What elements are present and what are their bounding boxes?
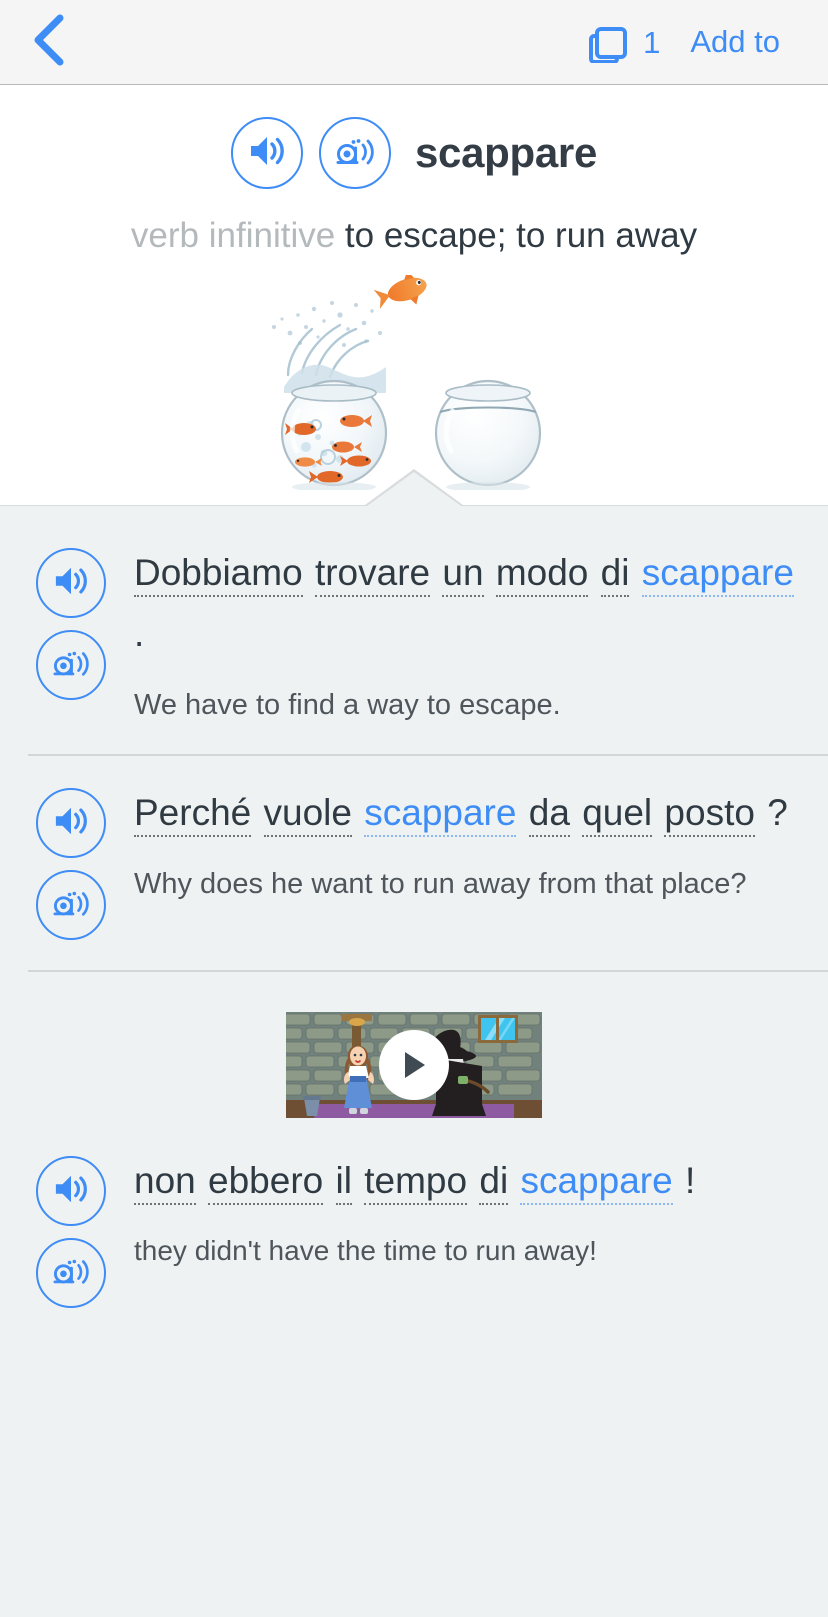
example-translation: they didn't have the time to run away! — [134, 1235, 597, 1267]
sentence-word[interactable]: tempo — [364, 1160, 468, 1206]
top-navigation-bar: 1 Add to — [0, 0, 828, 85]
sentence-word[interactable]: scappare — [364, 792, 517, 838]
example-audio-controls — [28, 1150, 114, 1309]
sentence-word[interactable]: scappare — [641, 552, 794, 597]
sentence-word[interactable]: trovare — [314, 552, 431, 597]
video-thumbnail[interactable] — [286, 1012, 542, 1119]
examples-section: Dobbiamo trovare un modo di scappare . W… — [0, 506, 828, 1339]
sentence-word[interactable]: un — [442, 552, 484, 597]
snail-speaker-icon — [51, 646, 91, 685]
headword: scappare — [414, 129, 598, 176]
play-audio-button[interactable] — [36, 1156, 106, 1227]
sentence-word[interactable]: scappare — [520, 1160, 673, 1206]
play-slow-audio-button[interactable] — [36, 870, 106, 941]
example-item: Perché vuole scappare da quel posto ? Wh… — [0, 756, 828, 970]
sentence-word[interactable]: ebbero — [208, 1160, 324, 1206]
speaker-icon — [247, 133, 287, 174]
part-of-speech: verb infinitive — [130, 216, 336, 255]
sentence-word[interactable]: di — [479, 1160, 509, 1206]
cards-stack-icon — [585, 17, 631, 68]
example-sentence: Perché vuole scappare da quel posto ? — [134, 782, 794, 843]
play-slow-audio-button[interactable] — [318, 117, 391, 189]
sentence-punctuation: ! — [684, 1160, 696, 1202]
word-entry-card: scappare verb infinitive to escape; to r… — [0, 85, 828, 506]
example-audio-controls — [28, 542, 114, 724]
sentence-punctuation: . — [134, 613, 145, 655]
example-body: Dobbiamo trovare un modo di scappare . W… — [114, 542, 804, 724]
sentence-word[interactable]: non — [134, 1160, 196, 1206]
sentence-word[interactable]: modo — [495, 552, 589, 597]
sentence-word[interactable]: di — [600, 552, 630, 597]
play-triangle-icon — [405, 1052, 425, 1079]
sentence-word[interactable]: Dobbiamo — [134, 552, 303, 597]
example-video-block — [0, 972, 828, 1140]
cards-count-button[interactable]: 1 — [585, 17, 660, 68]
example-item: Dobbiamo trovare un modo di scappare . W… — [0, 516, 828, 754]
definition-line: verb infinitive to escape; to run away — [0, 215, 828, 257]
sentence-word[interactable]: il — [335, 1160, 352, 1206]
play-audio-button[interactable] — [36, 788, 106, 859]
example-translation: We have to find a way to escape. — [134, 689, 561, 722]
sentence-word[interactable]: vuole — [263, 792, 352, 838]
play-slow-audio-button[interactable] — [36, 1238, 106, 1309]
example-translation: Why does he want to run away from that p… — [134, 868, 747, 901]
add-to-button[interactable]: Add to — [674, 18, 798, 66]
speaker-icon — [52, 1172, 90, 1211]
sentence-punctuation: ? — [767, 792, 788, 834]
sentence-word[interactable]: da — [528, 792, 570, 838]
back-button[interactable] — [30, 12, 90, 72]
sentence-word[interactable]: posto — [664, 792, 755, 838]
play-icon[interactable] — [379, 1030, 449, 1101]
example-item: non ebbero il tempo di scappare ! they d… — [0, 1140, 828, 1338]
play-slow-audio-button[interactable] — [36, 630, 106, 700]
play-audio-button[interactable] — [36, 548, 106, 618]
example-sentence: Dobbiamo trovare un modo di scappare . — [134, 542, 794, 664]
example-audio-controls — [28, 782, 114, 941]
navbar-actions: 1 Add to — [585, 17, 798, 68]
sentence-word[interactable]: Perché — [134, 792, 252, 838]
snail-speaker-icon — [334, 133, 376, 174]
sentence-word[interactable]: quel — [582, 792, 653, 838]
headword-row: scappare — [0, 117, 828, 189]
card-notch-fill — [367, 472, 461, 506]
snail-speaker-icon — [51, 1254, 91, 1293]
word-detail-screen: 1 Add to scappare verb infinitive to esc… — [0, 0, 828, 1617]
play-audio-button[interactable] — [230, 117, 303, 189]
example-body: Perché vuole scappare da quel posto ? Wh… — [114, 782, 804, 940]
chevron-left-icon — [30, 14, 66, 71]
example-sentence: non ebbero il tempo di scappare ! — [134, 1150, 794, 1211]
example-body: non ebbero il tempo di scappare ! they d… — [114, 1150, 804, 1308]
speaker-icon — [52, 804, 90, 843]
definition-text: to escape; to run away — [344, 216, 698, 255]
fishbowl-illustration-svg — [272, 275, 542, 490]
cards-count-label: 1 — [643, 24, 661, 60]
snail-speaker-icon — [51, 886, 91, 925]
speaker-icon — [52, 564, 90, 603]
